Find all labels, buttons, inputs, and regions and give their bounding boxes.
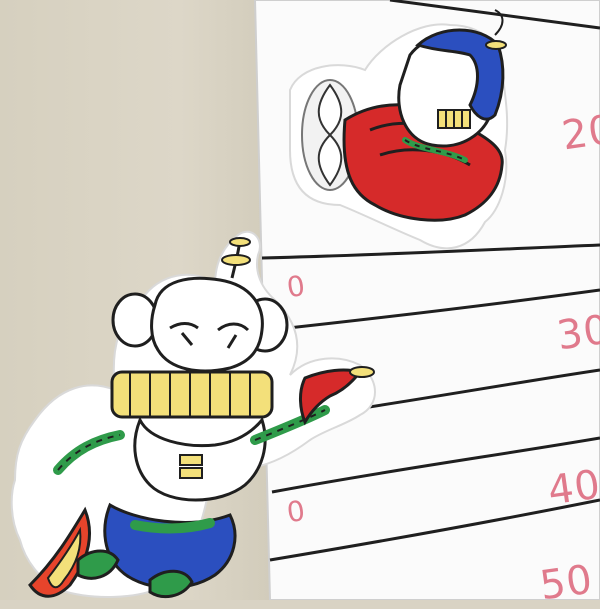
photo-scene: 20 0 30 40 0 50 (0, 0, 600, 609)
rocket-robot-cutout (10, 230, 376, 599)
